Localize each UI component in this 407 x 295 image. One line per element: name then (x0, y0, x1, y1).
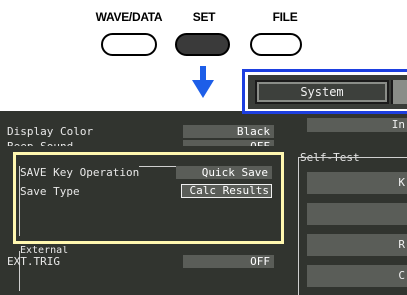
save-key-operation-value[interactable]: Quick Save (176, 166, 272, 179)
file-label: FILE (272, 10, 298, 24)
save-type-value[interactable]: Calc Results (181, 184, 272, 198)
save-type-label: Save Type (20, 185, 80, 198)
wave-data-button[interactable] (101, 33, 157, 56)
save-key-operation-label: SAVE Key Operation (20, 166, 140, 179)
set-button[interactable] (175, 33, 230, 56)
beep-sound-value[interactable]: OFF (183, 140, 274, 146)
tab-system-label: System (300, 85, 344, 99)
self-test-button-2[interactable] (307, 203, 407, 225)
ext-trig-label: EXT.TRIG (7, 255, 60, 268)
tab-system[interactable]: System (255, 80, 389, 104)
tab-system-inner: System (259, 84, 385, 100)
self-test-frame-top (353, 157, 407, 158)
set-label: SET (192, 10, 216, 24)
self-test-button-3[interactable]: R (307, 234, 407, 256)
wave-data-label: WAVE/DATA (95, 10, 163, 24)
info-button[interactable]: In (307, 118, 407, 132)
display-color-label: Display Color (7, 125, 94, 138)
self-test-button-1[interactable]: K (307, 172, 407, 194)
arrow-down-icon (192, 66, 214, 98)
tab-next[interactable] (391, 80, 407, 104)
beep-sound-label: Beep Sound (7, 140, 73, 146)
display-color-value[interactable]: Black (183, 125, 274, 138)
file-button[interactable] (250, 33, 302, 56)
self-test-button-4[interactable]: C (307, 265, 407, 287)
ext-trig-value[interactable]: OFF (183, 255, 274, 268)
